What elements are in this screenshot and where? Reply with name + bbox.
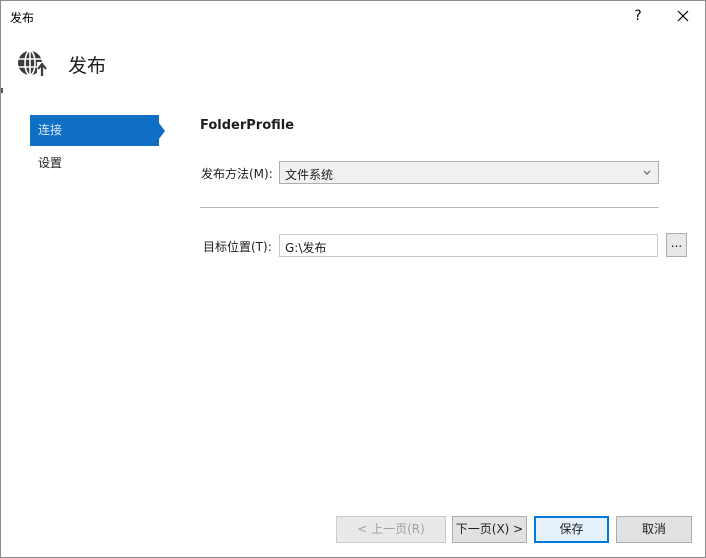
publish-method-select[interactable]: 文件系统: [279, 161, 659, 184]
next-button[interactable]: 下一页(X) >: [452, 516, 527, 543]
close-button[interactable]: [669, 5, 697, 27]
target-location-value: G:\发布: [285, 241, 327, 255]
dialog-header: 发布: [1, 41, 705, 85]
target-location-input[interactable]: G:\发布: [279, 234, 658, 257]
edge-marker: [1, 88, 3, 93]
section-divider: [200, 207, 659, 208]
browse-button[interactable]: ...: [666, 233, 687, 257]
sidebar-item-connection[interactable]: 连接: [30, 115, 165, 146]
publish-method-label: 发布方法(M):: [201, 167, 273, 181]
chevron-down-icon: [643, 170, 651, 175]
window-title: 发布: [10, 11, 35, 25]
globe-publish-icon: [18, 50, 47, 78]
publish-method-value: 文件系统: [285, 168, 334, 182]
title-bar: 发布 ?: [1, 1, 705, 32]
target-location-label: 目标位置(T):: [203, 240, 272, 254]
publish-dialog: 发布 ? 发布 连接 设置 FolderProfile 发布方法(M): 文件系…: [0, 0, 706, 558]
page-title: 发布: [68, 55, 107, 77]
sidebar-nav: 连接 设置: [30, 115, 165, 181]
sidebar-item-settings[interactable]: 设置: [30, 148, 159, 179]
help-button[interactable]: ?: [625, 5, 651, 27]
save-button[interactable]: 保存: [534, 516, 609, 543]
prev-button[interactable]: < 上一页(R): [336, 516, 446, 543]
close-icon: [677, 10, 689, 22]
cancel-button[interactable]: 取消: [616, 516, 692, 543]
profile-name: FolderProfile: [200, 118, 295, 133]
